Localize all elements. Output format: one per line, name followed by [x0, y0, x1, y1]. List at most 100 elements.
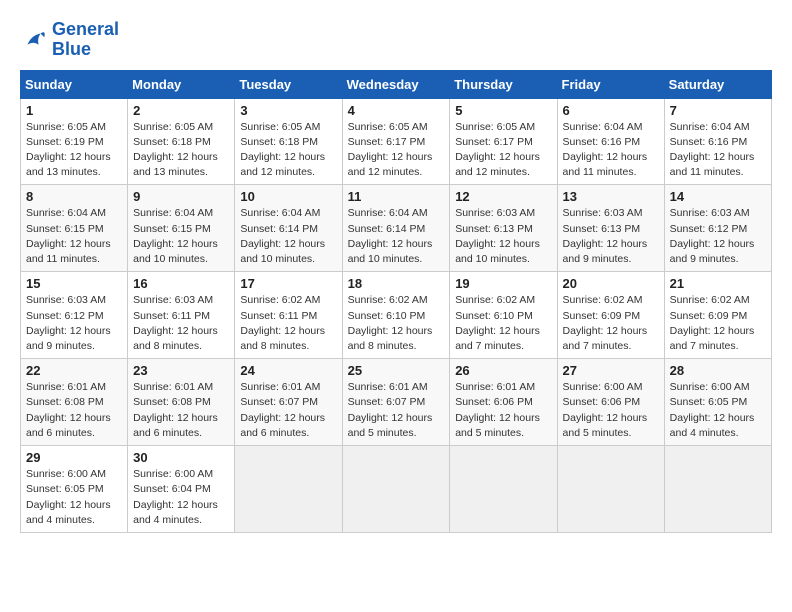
day-number: 12: [455, 189, 551, 204]
col-tuesday: Tuesday: [235, 70, 342, 98]
day-number: 8: [26, 189, 122, 204]
day-number: 24: [240, 363, 336, 378]
day-number: 20: [563, 276, 659, 291]
calendar-cell: 10 Sunrise: 6:04 AMSunset: 6:14 PMDaylig…: [235, 185, 342, 272]
day-number: 30: [133, 450, 229, 465]
calendar-header-row: Sunday Monday Tuesday Wednesday Thursday…: [21, 70, 772, 98]
day-number: 9: [133, 189, 229, 204]
day-info: Sunrise: 6:00 AMSunset: 6:04 PMDaylight:…: [133, 467, 229, 528]
day-number: 10: [240, 189, 336, 204]
day-number: 21: [670, 276, 766, 291]
calendar-cell: [664, 446, 771, 533]
day-number: 4: [348, 103, 445, 118]
day-info: Sunrise: 6:03 AMSunset: 6:13 PMDaylight:…: [563, 206, 659, 267]
day-number: 23: [133, 363, 229, 378]
calendar-cell: [342, 446, 450, 533]
day-number: 16: [133, 276, 229, 291]
day-info: Sunrise: 6:05 AMSunset: 6:17 PMDaylight:…: [348, 120, 445, 181]
day-info: Sunrise: 6:03 AMSunset: 6:11 PMDaylight:…: [133, 293, 229, 354]
week-row-2: 8 Sunrise: 6:04 AMSunset: 6:15 PMDayligh…: [21, 185, 772, 272]
day-info: Sunrise: 6:01 AMSunset: 6:07 PMDaylight:…: [348, 380, 445, 441]
logo-icon: [20, 26, 48, 54]
calendar-cell: 6 Sunrise: 6:04 AMSunset: 6:16 PMDayligh…: [557, 98, 664, 185]
day-info: Sunrise: 6:04 AMSunset: 6:16 PMDaylight:…: [563, 120, 659, 181]
calendar-cell: 27 Sunrise: 6:00 AMSunset: 6:06 PMDaylig…: [557, 359, 664, 446]
calendar-cell: 12 Sunrise: 6:03 AMSunset: 6:13 PMDaylig…: [450, 185, 557, 272]
calendar-cell: 11 Sunrise: 6:04 AMSunset: 6:14 PMDaylig…: [342, 185, 450, 272]
calendar-cell: 21 Sunrise: 6:02 AMSunset: 6:09 PMDaylig…: [664, 272, 771, 359]
day-number: 27: [563, 363, 659, 378]
day-number: 11: [348, 189, 445, 204]
logo: General Blue: [20, 20, 119, 60]
calendar-cell: [557, 446, 664, 533]
calendar-cell: [235, 446, 342, 533]
calendar-cell: 18 Sunrise: 6:02 AMSunset: 6:10 PMDaylig…: [342, 272, 450, 359]
calendar-table: Sunday Monday Tuesday Wednesday Thursday…: [20, 70, 772, 533]
calendar-cell: 2 Sunrise: 6:05 AMSunset: 6:18 PMDayligh…: [128, 98, 235, 185]
week-row-5: 29 Sunrise: 6:00 AMSunset: 6:05 PMDaylig…: [21, 446, 772, 533]
day-number: 18: [348, 276, 445, 291]
calendar-cell: 19 Sunrise: 6:02 AMSunset: 6:10 PMDaylig…: [450, 272, 557, 359]
day-info: Sunrise: 6:00 AMSunset: 6:05 PMDaylight:…: [26, 467, 122, 528]
calendar-cell: 9 Sunrise: 6:04 AMSunset: 6:15 PMDayligh…: [128, 185, 235, 272]
calendar-cell: 8 Sunrise: 6:04 AMSunset: 6:15 PMDayligh…: [21, 185, 128, 272]
calendar-cell: 26 Sunrise: 6:01 AMSunset: 6:06 PMDaylig…: [450, 359, 557, 446]
calendar-cell: 20 Sunrise: 6:02 AMSunset: 6:09 PMDaylig…: [557, 272, 664, 359]
day-number: 13: [563, 189, 659, 204]
day-number: 14: [670, 189, 766, 204]
calendar-cell: 5 Sunrise: 6:05 AMSunset: 6:17 PMDayligh…: [450, 98, 557, 185]
day-number: 22: [26, 363, 122, 378]
day-number: 26: [455, 363, 551, 378]
col-monday: Monday: [128, 70, 235, 98]
day-info: Sunrise: 6:04 AMSunset: 6:15 PMDaylight:…: [26, 206, 122, 267]
calendar-cell: 13 Sunrise: 6:03 AMSunset: 6:13 PMDaylig…: [557, 185, 664, 272]
calendar-cell: 23 Sunrise: 6:01 AMSunset: 6:08 PMDaylig…: [128, 359, 235, 446]
day-info: Sunrise: 6:04 AMSunset: 6:14 PMDaylight:…: [348, 206, 445, 267]
logo-text: General Blue: [52, 20, 119, 60]
week-row-4: 22 Sunrise: 6:01 AMSunset: 6:08 PMDaylig…: [21, 359, 772, 446]
calendar-cell: 7 Sunrise: 6:04 AMSunset: 6:16 PMDayligh…: [664, 98, 771, 185]
calendar-cell: 22 Sunrise: 6:01 AMSunset: 6:08 PMDaylig…: [21, 359, 128, 446]
day-number: 3: [240, 103, 336, 118]
col-saturday: Saturday: [664, 70, 771, 98]
day-number: 2: [133, 103, 229, 118]
day-info: Sunrise: 6:02 AMSunset: 6:11 PMDaylight:…: [240, 293, 336, 354]
col-sunday: Sunday: [21, 70, 128, 98]
day-info: Sunrise: 6:01 AMSunset: 6:06 PMDaylight:…: [455, 380, 551, 441]
day-info: Sunrise: 6:03 AMSunset: 6:12 PMDaylight:…: [670, 206, 766, 267]
day-number: 15: [26, 276, 122, 291]
calendar-cell: 28 Sunrise: 6:00 AMSunset: 6:05 PMDaylig…: [664, 359, 771, 446]
day-info: Sunrise: 6:04 AMSunset: 6:14 PMDaylight:…: [240, 206, 336, 267]
calendar-cell: [450, 446, 557, 533]
day-number: 19: [455, 276, 551, 291]
calendar-cell: 17 Sunrise: 6:02 AMSunset: 6:11 PMDaylig…: [235, 272, 342, 359]
day-info: Sunrise: 6:04 AMSunset: 6:15 PMDaylight:…: [133, 206, 229, 267]
day-number: 29: [26, 450, 122, 465]
day-number: 7: [670, 103, 766, 118]
day-info: Sunrise: 6:05 AMSunset: 6:17 PMDaylight:…: [455, 120, 551, 181]
calendar-cell: 25 Sunrise: 6:01 AMSunset: 6:07 PMDaylig…: [342, 359, 450, 446]
day-info: Sunrise: 6:03 AMSunset: 6:12 PMDaylight:…: [26, 293, 122, 354]
week-row-1: 1 Sunrise: 6:05 AMSunset: 6:19 PMDayligh…: [21, 98, 772, 185]
day-info: Sunrise: 6:02 AMSunset: 6:09 PMDaylight:…: [670, 293, 766, 354]
day-number: 1: [26, 103, 122, 118]
page-header: General Blue: [20, 20, 772, 60]
calendar-cell: 29 Sunrise: 6:00 AMSunset: 6:05 PMDaylig…: [21, 446, 128, 533]
calendar-cell: 15 Sunrise: 6:03 AMSunset: 6:12 PMDaylig…: [21, 272, 128, 359]
calendar-cell: 4 Sunrise: 6:05 AMSunset: 6:17 PMDayligh…: [342, 98, 450, 185]
day-info: Sunrise: 6:01 AMSunset: 6:08 PMDaylight:…: [133, 380, 229, 441]
day-number: 28: [670, 363, 766, 378]
day-number: 17: [240, 276, 336, 291]
col-friday: Friday: [557, 70, 664, 98]
week-row-3: 15 Sunrise: 6:03 AMSunset: 6:12 PMDaylig…: [21, 272, 772, 359]
day-info: Sunrise: 6:00 AMSunset: 6:06 PMDaylight:…: [563, 380, 659, 441]
day-info: Sunrise: 6:01 AMSunset: 6:08 PMDaylight:…: [26, 380, 122, 441]
calendar-cell: 16 Sunrise: 6:03 AMSunset: 6:11 PMDaylig…: [128, 272, 235, 359]
col-thursday: Thursday: [450, 70, 557, 98]
day-info: Sunrise: 6:01 AMSunset: 6:07 PMDaylight:…: [240, 380, 336, 441]
day-number: 25: [348, 363, 445, 378]
calendar-cell: 30 Sunrise: 6:00 AMSunset: 6:04 PMDaylig…: [128, 446, 235, 533]
day-info: Sunrise: 6:00 AMSunset: 6:05 PMDaylight:…: [670, 380, 766, 441]
col-wednesday: Wednesday: [342, 70, 450, 98]
calendar-cell: 3 Sunrise: 6:05 AMSunset: 6:18 PMDayligh…: [235, 98, 342, 185]
